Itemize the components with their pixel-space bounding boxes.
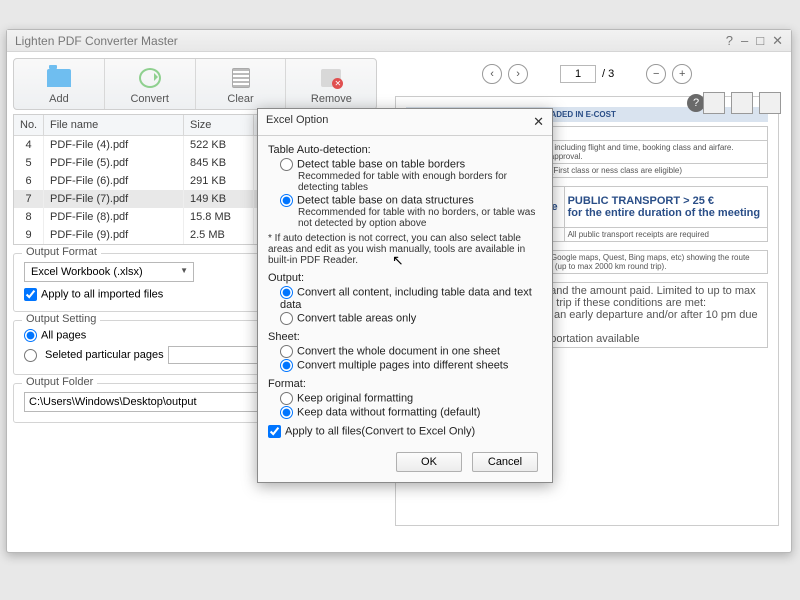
ok-button[interactable]: OK	[396, 452, 462, 472]
dialog-close-icon[interactable]: ✕	[533, 114, 544, 130]
excel-option-dialog: Excel Option ✕ Table Auto-detection: Det…	[257, 108, 553, 483]
dialog-title: Excel Option	[266, 114, 533, 130]
col-size[interactable]: Size	[184, 115, 254, 136]
one-sheet-radio[interactable]	[280, 345, 293, 358]
output-folder-input[interactable]	[24, 392, 259, 412]
cancel-button[interactable]: Cancel	[472, 452, 538, 472]
clear-button[interactable]: Clear	[196, 59, 287, 109]
output-format-select[interactable]: Excel Workbook (.xlsx)	[24, 262, 194, 282]
detect-structures-radio[interactable]	[280, 194, 293, 207]
no-format-radio[interactable]	[280, 406, 293, 419]
next-page-button[interactable]: ›	[508, 64, 528, 84]
close-icon[interactable]: ✕	[772, 33, 783, 49]
convert-all-radio[interactable]	[280, 286, 293, 299]
preview-nav: ‹ › 1 / 3 − +	[389, 58, 785, 90]
minimize-icon[interactable]: –	[741, 33, 748, 48]
keep-format-radio[interactable]	[280, 392, 293, 405]
convert-button[interactable]: Convert	[105, 59, 196, 109]
col-no[interactable]: No.	[14, 115, 44, 136]
remove-icon	[321, 69, 341, 87]
doc-thumb[interactable]	[731, 92, 753, 114]
page-number-input[interactable]: 1	[560, 65, 596, 83]
doc-thumbs	[703, 92, 781, 114]
convert-tables-radio[interactable]	[280, 312, 293, 325]
app-title: Lighten PDF Converter Master	[15, 34, 178, 48]
apply-all-files-checkbox[interactable]	[24, 288, 37, 301]
all-pages-radio[interactable]	[24, 329, 37, 342]
multi-sheet-radio[interactable]	[280, 359, 293, 372]
main-toolbar: Add Convert Clear Remove	[13, 58, 377, 110]
apply-all-excel-checkbox[interactable]	[268, 425, 281, 438]
help-icon[interactable]: ?	[726, 33, 733, 48]
particular-pages-radio[interactable]	[24, 349, 37, 362]
doc-thumb[interactable]	[759, 92, 781, 114]
add-button[interactable]: Add	[14, 59, 105, 109]
maximize-icon[interactable]: □	[756, 33, 764, 48]
apply-all-label: Apply to all imported files	[41, 288, 163, 300]
col-file[interactable]: File name	[44, 115, 184, 136]
refresh-icon	[139, 68, 161, 88]
zoom-out-button[interactable]: −	[646, 64, 666, 84]
doc-thumb[interactable]	[703, 92, 725, 114]
page-total: / 3	[602, 68, 614, 80]
prev-page-button[interactable]: ‹	[482, 64, 502, 84]
title-bar: Lighten PDF Converter Master ? – □ ✕	[7, 30, 791, 52]
clear-icon	[232, 68, 250, 88]
detect-borders-radio[interactable]	[280, 158, 293, 171]
folder-icon	[47, 69, 71, 87]
zoom-in-button[interactable]: +	[672, 64, 692, 84]
remove-button[interactable]: Remove	[286, 59, 376, 109]
